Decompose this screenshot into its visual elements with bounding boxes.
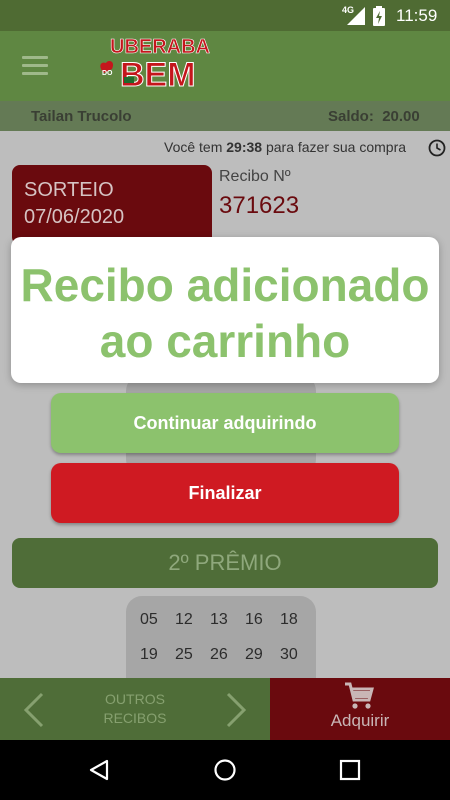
system-navigation-bar [0,740,450,800]
dialog-message: Recibo adicionado ao carrinho [20,259,430,367]
battery-charging-icon [373,6,385,26]
clock-time: 11:59 [396,6,438,25]
added-to-cart-dialog: Recibo adicionado ao carrinho [11,237,439,383]
continue-shopping-button[interactable]: Continuar adquirindo [51,393,399,453]
signal-icon [347,7,365,25]
finalize-button[interactable]: Finalizar [51,463,399,523]
modal-scrim[interactable] [0,31,450,740]
status-bar: 4G 11:59 [0,0,450,31]
recents-icon[interactable] [339,759,361,781]
back-icon[interactable] [88,759,110,781]
home-icon[interactable] [213,758,237,782]
